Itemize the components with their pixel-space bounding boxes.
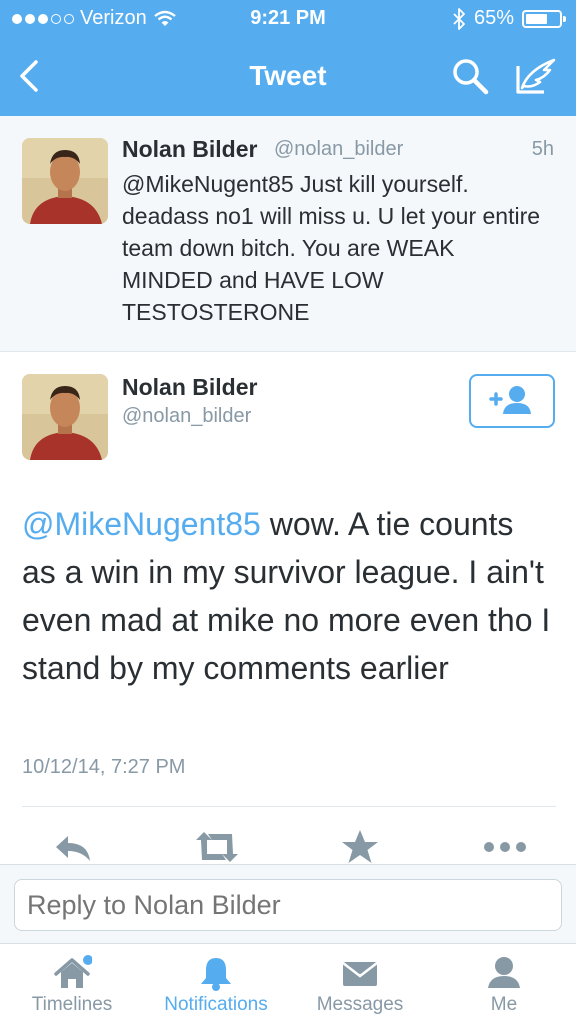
tweet-text: @MikeNugent85 wow. A tie counts as a win… [22,500,556,692]
tab-notifications[interactable]: Notifications [144,944,288,1024]
battery-group: 65% [452,7,566,30]
tab-bar: Timelines Notifications Messages Me [0,944,576,1024]
battery-icon [522,9,566,28]
avatar[interactable] [22,374,108,460]
tweet-timestamp: 10/12/14, 7:27 PM [22,756,186,778]
more-icon[interactable] [482,828,528,866]
reply-input[interactable] [14,879,562,931]
tab-label: Messages [316,994,404,1015]
tweet-time: 5h [531,138,554,160]
tweet-text: @MikeNugent85 Just kill yourself. deadas… [122,171,541,325]
nav-bar: Tweet [0,40,576,116]
reply-icon[interactable] [50,828,96,866]
avatar[interactable] [22,138,108,224]
header: Verizon 9:21 PM 65% Tweet [0,0,576,116]
person-icon [488,957,520,988]
tweet-author-name[interactable]: Nolan Bilder [122,374,257,401]
tab-label: Me [490,994,518,1015]
bluetooth-icon [453,7,465,30]
mention-link[interactable]: @MikeNugent85 [22,506,261,542]
envelope-icon [342,962,378,986]
bell-icon [201,958,231,991]
tweet-author-handle[interactable]: @nolan_bilder [122,405,251,428]
retweet-icon[interactable] [192,828,242,866]
tweet-author-name[interactable]: Nolan Bilder [122,136,257,163]
tab-label: Notifications [164,994,268,1015]
star-icon[interactable] [340,828,380,866]
tab-messages[interactable]: Messages [288,944,432,1024]
battery-percent: 65% [473,7,514,29]
reply-bar [0,864,576,944]
follow-button[interactable] [469,374,555,428]
home-icon [54,955,92,988]
previous-tweet[interactable]: Nolan Bilder @nolan_bilder 5h @MikeNugen… [0,116,576,352]
battery-fill [526,13,547,24]
status-bar: Verizon 9:21 PM 65% [0,0,576,40]
add-user-icon [489,386,531,414]
tab-timelines[interactable]: Timelines [0,944,144,1024]
compose-icon[interactable] [514,56,558,96]
search-icon[interactable] [450,56,490,96]
tab-label: Timelines [31,994,113,1015]
tweet-author-handle[interactable]: @nolan_bilder [274,138,403,161]
tab-me[interactable]: Me [432,944,576,1024]
divider [22,806,556,807]
